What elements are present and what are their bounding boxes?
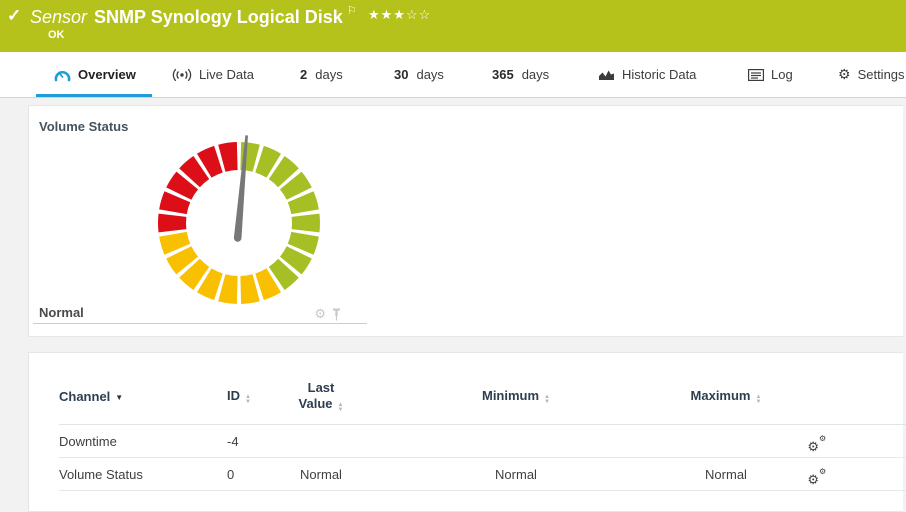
tab-live-data-label: Live Data	[199, 67, 254, 82]
tab-365-days-number: 365	[492, 67, 514, 82]
col-header-channel[interactable]: Channel ▼	[59, 389, 227, 404]
table-row-volume-status: Volume Status 0 Normal Normal Normal ⚙⚙	[59, 458, 906, 491]
settings-gear-icon: ⚙	[838, 66, 851, 83]
sort-updown-icon: ▲▼	[245, 395, 251, 405]
gauge-settings-icon[interactable]: ⚙	[314, 306, 326, 322]
channels-table: Channel ▼ ID ▲▼ Last Value ▲▼ Minimum ▲▼ Max…	[29, 353, 903, 491]
cell-channel: Downtime	[59, 434, 227, 449]
tab-historic-data[interactable]: Historic Data	[598, 52, 696, 97]
col-header-last-value[interactable]: Last Value ▲▼	[291, 380, 351, 413]
live-data-icon	[172, 68, 192, 81]
channels-table-panel: Channel ▼ ID ▲▼ Last Value ▲▼ Minimum ▲▼ Max…	[28, 352, 903, 512]
flag-icon[interactable]: ⚐	[347, 5, 357, 17]
tab-2-days-label: days	[315, 67, 342, 82]
sort-desc-icon: ▼	[115, 393, 123, 402]
tab-bar: Overview Live Data 2 days 30 days 365 da…	[0, 52, 906, 98]
col-header-maximum[interactable]: Maximum ▲▼	[681, 388, 771, 405]
sensor-type-label: Sensor	[30, 7, 87, 27]
sensor-name: SNMP Synology Logical Disk	[94, 7, 343, 27]
pin-icon[interactable]	[332, 308, 341, 321]
sensor-status-badge: OK	[48, 29, 65, 41]
gauge-tile-title: Volume Status	[39, 119, 128, 134]
col-header-last-label1: Last	[308, 380, 335, 395]
tab-historic-data-label: Historic Data	[622, 67, 696, 82]
stars-empty: ☆☆	[406, 7, 431, 22]
sort-updown-icon: ▲▼	[756, 395, 762, 405]
cell-maximum: Normal	[681, 467, 771, 482]
tab-30-days[interactable]: 30 days	[394, 52, 444, 97]
gauge-icon	[54, 68, 71, 82]
col-header-minimum-label: Minimum	[482, 388, 539, 403]
tab-365-days-label: days	[522, 67, 549, 82]
volume-status-gauge-tile: Volume Status Normal ⚙	[33, 106, 367, 324]
sort-updown-icon: ▲▼	[338, 403, 344, 413]
col-header-minimum[interactable]: Minimum ▲▼	[351, 388, 681, 405]
tab-30-days-number: 30	[394, 67, 408, 82]
tab-settings-label: Settings	[858, 67, 905, 82]
sensor-header: ✓ Sensor SNMP Synology Logical Disk ⚐ ★★★☆…	[0, 0, 906, 52]
tab-2-days[interactable]: 2 days	[300, 52, 343, 97]
table-row-downtime: Downtime -4 ⚙⚙	[59, 425, 906, 458]
cell-channel: Volume Status	[59, 467, 227, 482]
gauge-status-label: Normal	[39, 305, 84, 320]
overview-gauges-panel: Volume Status Normal ⚙	[28, 105, 903, 337]
log-list-icon	[748, 69, 764, 81]
status-check-icon: ✓	[7, 6, 21, 26]
tab-settings[interactable]: ⚙ Settings	[838, 52, 905, 97]
channels-table-header: Channel ▼ ID ▲▼ Last Value ▲▼ Minimum ▲▼ Max…	[59, 375, 906, 425]
tab-30-days-label: days	[416, 67, 443, 82]
sensor-title-row: Sensor SNMP Synology Logical Disk ⚐	[30, 4, 357, 28]
cell-last-value: Normal	[291, 467, 351, 482]
tab-live-data[interactable]: Live Data	[172, 52, 254, 97]
col-header-last-label2: Value	[299, 396, 333, 411]
tab-overview-label: Overview	[78, 67, 136, 82]
cell-id: 0	[227, 467, 291, 482]
tab-log[interactable]: Log	[748, 52, 793, 97]
col-header-maximum-label: Maximum	[691, 388, 751, 403]
cell-id: -4	[227, 434, 291, 449]
tab-log-label: Log	[771, 67, 793, 82]
sort-updown-icon: ▲▼	[544, 395, 550, 405]
page-body: Volume Status Normal ⚙ Channel ▼ ID ▲▼	[0, 99, 906, 512]
col-header-id[interactable]: ID ▲▼	[227, 388, 291, 405]
volume-status-gauge	[149, 133, 329, 313]
cell-minimum: Normal	[351, 467, 681, 482]
historic-chart-icon	[598, 68, 615, 81]
gauge-tile-actions: ⚙	[314, 306, 341, 322]
tab-365-days[interactable]: 365 days	[492, 52, 549, 97]
tab-overview[interactable]: Overview	[54, 52, 136, 97]
col-header-id-label: ID	[227, 388, 240, 403]
stars-filled: ★★★	[368, 7, 406, 22]
col-header-channel-label: Channel	[59, 389, 110, 404]
priority-stars[interactable]: ★★★☆☆	[368, 7, 431, 23]
tab-2-days-number: 2	[300, 67, 307, 82]
